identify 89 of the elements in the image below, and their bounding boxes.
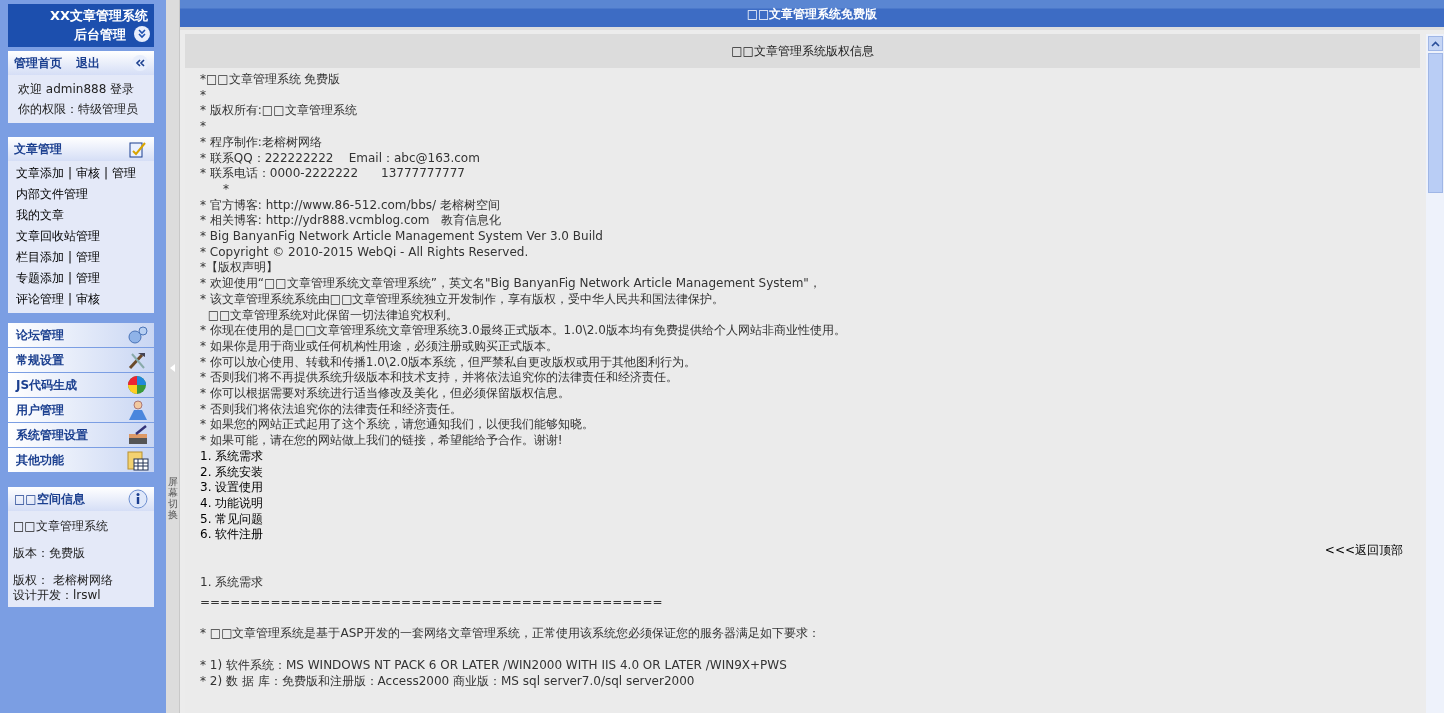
scrollbar[interactable] [1426, 34, 1444, 713]
text-line: *【版权声明】 [200, 260, 278, 277]
text-line: * 否则我们将依法追究你的法律责任和经济责任。 [200, 401, 462, 418]
link-separator: | [68, 166, 73, 180]
double-chevron-down-icon [137, 29, 147, 39]
link-separator: | [68, 292, 73, 306]
arrow-left-icon [169, 364, 176, 372]
user-info-text: 你的权限：特级管理员 [17, 101, 139, 118]
text-line: * 相关博客: http://ydr888.vcmblog.com 教育信息化 [200, 213, 501, 230]
text-line: 1. 系统需求 [200, 574, 264, 591]
separator-line: ============================================== [200, 594, 663, 611]
link-separator: | [104, 166, 109, 180]
text-line: * [200, 119, 206, 135]
text-line: * Big BanyanFig Network Article Management System Ver 3.0 Build [200, 229, 603, 245]
text-line: * 2) 数 据 库：免费版和注册版：Access2000 商业版：MS sql server7.0/sql server2000 [200, 673, 695, 690]
link-separator: | [68, 271, 73, 285]
menu-link[interactable]: 文章添加 [16, 166, 64, 180]
menu-link[interactable]: 审核 [76, 166, 101, 180]
nav-section-link[interactable]: 系统管理设置 [8, 423, 154, 448]
page-title-bar: □□文章管理系统免费版 [180, 0, 1444, 30]
text-line: * 你现在使用的是□□文章管理系统文章管理系统3.0最终正式版本。1.0\2.0版本均有免费提供给个人网站非商业性使用。 [200, 323, 846, 339]
text-line: * 程序制作:老榕树网络 [200, 134, 322, 151]
panel-header: □□文章管理系统版权信息 [185, 34, 1420, 68]
chevron-up-icon [1430, 40, 1440, 47]
text-line: * 该文章管理系统系统由□□文章管理系统独立开发制作，享有版权，受中华人民共和国法律保护。 [200, 291, 725, 308]
text-line: * [221, 181, 229, 198]
text-line: * 联系电话：0000-2222222 13777777777 [200, 166, 465, 182]
menu-title: 文章管理 [14, 141, 62, 158]
link-separator: | [68, 250, 73, 264]
splitter-label: 屏幕切换 [167, 476, 178, 520]
scrollbar-thumb[interactable] [1427, 53, 1443, 193]
nav-section-link[interactable]: JS代码生成 [8, 373, 154, 398]
double-chevron-left-icon [135, 58, 145, 68]
menu-link[interactable]: 管理 [76, 271, 101, 285]
menu-link[interactable]: 内部文件管理 [16, 187, 88, 201]
panel-link[interactable]: 退出 [76, 56, 100, 70]
text-line: * 版权所有:□□文章管理系统 [200, 103, 357, 120]
text-line: * 欢迎使用“□□文章管理系统文章管理系统”，英文名"Big BanyanFig Network Article Management System"， [200, 276, 821, 292]
splitter-bar[interactable]: 屏幕切换 [166, 0, 180, 713]
scroll-up-button[interactable] [1427, 36, 1443, 51]
toc-link[interactable]: 6. 软件注册 [200, 527, 264, 544]
notepad-pencil-icon [128, 140, 148, 158]
text-line: * □□文章管理系统是基于ASP开发的一套网络文章管理系统，正常使用该系统您必须保证您的服务器满足如下要求： [200, 626, 820, 642]
text-line: * [200, 87, 206, 104]
menu-link[interactable]: 文章回收站管理 [16, 229, 100, 243]
info-text: 设计开发：lrswl [13, 588, 102, 603]
info-text: □□文章管理系统 [13, 519, 109, 534]
menu-link[interactable]: 评论管理 [16, 292, 64, 306]
hide-sidebar-button[interactable] [132, 55, 148, 71]
toc-link[interactable]: 5. 常见问题 [200, 511, 264, 528]
toc-link[interactable]: 2. 系统安装 [200, 464, 264, 481]
nav-section-link[interactable]: 其他功能 [8, 448, 154, 473]
text-line: * 你可以根据需要对系统进行适当修改及美化，但必须保留版权信息。 [200, 386, 570, 402]
info-title: □□空间信息 [14, 491, 85, 508]
nav-section-link[interactable]: 常规设置 [8, 348, 154, 373]
menu-link[interactable]: 我的文章 [16, 208, 64, 222]
info-text: 版权： 老榕树网络 [13, 573, 114, 588]
text-line: * 官方博客: http://www.86-512.com/bbs/ 老榕树空间 [200, 197, 500, 213]
back-to-top-link[interactable]: <<<返回顶部 [1324, 543, 1403, 559]
menu-link[interactable]: 管理 [76, 250, 101, 264]
toc-link[interactable]: 3. 设置使用 [200, 480, 264, 496]
collapse-button[interactable] [134, 26, 150, 42]
users-icon [126, 399, 150, 421]
text-line: □□文章管理系统对此保留一切法律追究权利。 [206, 307, 459, 324]
toc-link[interactable]: 4. 功能说明 [200, 496, 264, 512]
user-info-text: 欢迎 admin888 登录 [17, 81, 136, 98]
info-icon [128, 489, 148, 509]
menu-link[interactable]: 栏目添加 [16, 250, 64, 264]
nav-section-link[interactable]: 用户管理 [8, 398, 154, 423]
text-line: *□□文章管理系统 免费版 [200, 72, 341, 88]
nav-section-link[interactable]: 论坛管理 [8, 323, 154, 348]
menu-link[interactable]: 审核 [76, 292, 101, 306]
panel-link[interactable]: 管理首页 [14, 56, 62, 70]
text-line: * 你可以放心使用、转载和传播1.0\2.0版本系统，但严禁私自更改版权或用于其他图利行为。 [200, 354, 697, 371]
info-text: 版本：免费版 [13, 546, 86, 561]
text-line: * 如果可能，请在您的网站做上我们的链接，希望能给予合作。谢谢! [200, 433, 563, 449]
text-line: * 如果你是用于商业或任何机构性用途，必须注册或购买正式版本。 [200, 338, 558, 355]
text-line: * 如果您的网站正式起用了这个系统，请您通知我们，以便我们能够知晓。 [200, 417, 594, 434]
logo-subtitle: 后台管理 [74, 26, 126, 44]
menu-link[interactable]: 专题添加 [16, 271, 64, 285]
folder-calendar-icon [126, 449, 150, 471]
text-line: * 1) 软件系统：MS WINDOWS NT PACK 6 OR LATER /WIN2000 WITH IIS 4.0 OR LATER /WIN9X+PWS [200, 657, 787, 674]
menu-link[interactable]: 管理 [112, 166, 137, 180]
toc-link[interactable]: 1. 系统需求 [200, 448, 264, 465]
logo-title: XX文章管理系统 [48, 7, 148, 25]
disk-brush-icon [126, 424, 150, 446]
text-line: * 否则我们将不再提供系统升级版本和技术支持，并将依法追究你的法律责任和经济责任。 [200, 370, 678, 387]
text-line: * Copyright © 2010-2015 WebQi - All Rights Reserved. [200, 244, 529, 261]
text-line: * 联系QQ：222222222 Email：abc@163.com [200, 150, 480, 167]
